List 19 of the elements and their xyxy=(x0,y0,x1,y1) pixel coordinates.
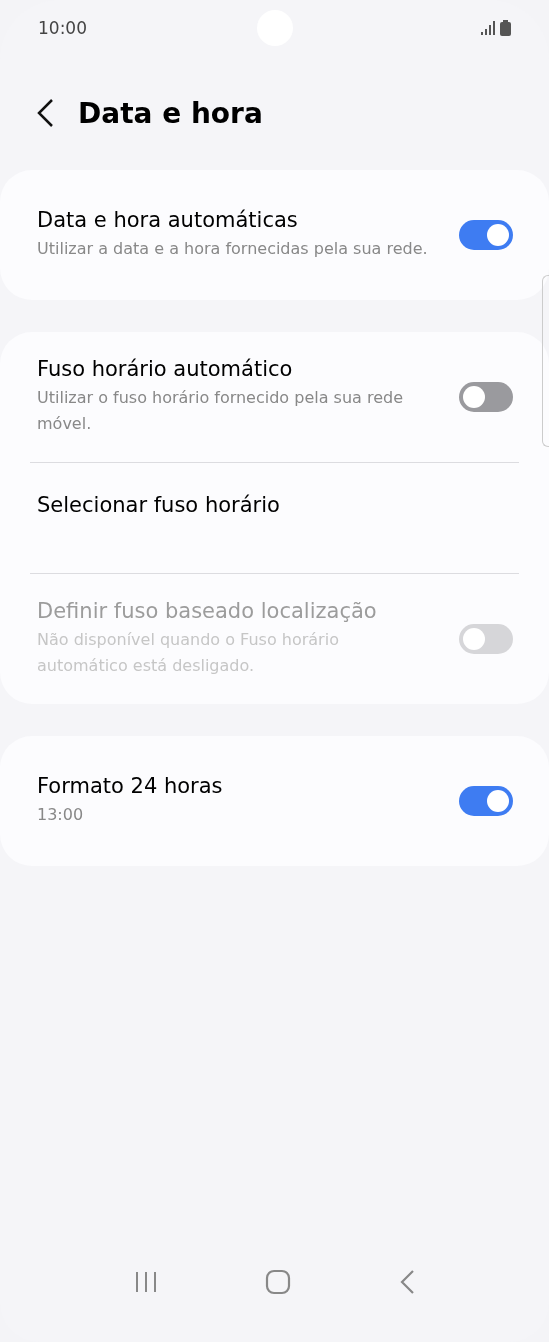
recent-apps-icon[interactable] xyxy=(133,1270,158,1294)
setting-description: Utilizar o fuso horário fornecido pela sua rede móvel. xyxy=(37,387,404,435)
battery-icon xyxy=(500,20,511,36)
setting-title: Formato 24 horas xyxy=(37,774,223,798)
page-title: Data e hora xyxy=(78,96,263,130)
setting-description: Não disponível quando o Fuso horário automático está desligado. xyxy=(37,629,340,677)
setting-title: Selecionar fuso horário xyxy=(37,493,280,517)
signal-icon xyxy=(481,21,495,35)
home-icon[interactable] xyxy=(265,1269,292,1295)
setting-title: Fuso horário automático xyxy=(37,357,294,381)
toggle-switch[interactable] xyxy=(459,786,513,816)
setting-title: Data e hora automáticas xyxy=(37,208,299,232)
setting-title: Definir fuso baseado localização xyxy=(37,599,378,623)
setting-description: 13:00 xyxy=(37,804,85,826)
back-icon[interactable] xyxy=(36,98,54,128)
setting-description: Utilizar a data e a hora fornecidas pela sua rede. xyxy=(37,238,428,260)
status-time: 10:00 xyxy=(38,18,87,38)
toggle-switch[interactable] xyxy=(459,220,513,250)
toggle-switch[interactable] xyxy=(459,382,513,412)
